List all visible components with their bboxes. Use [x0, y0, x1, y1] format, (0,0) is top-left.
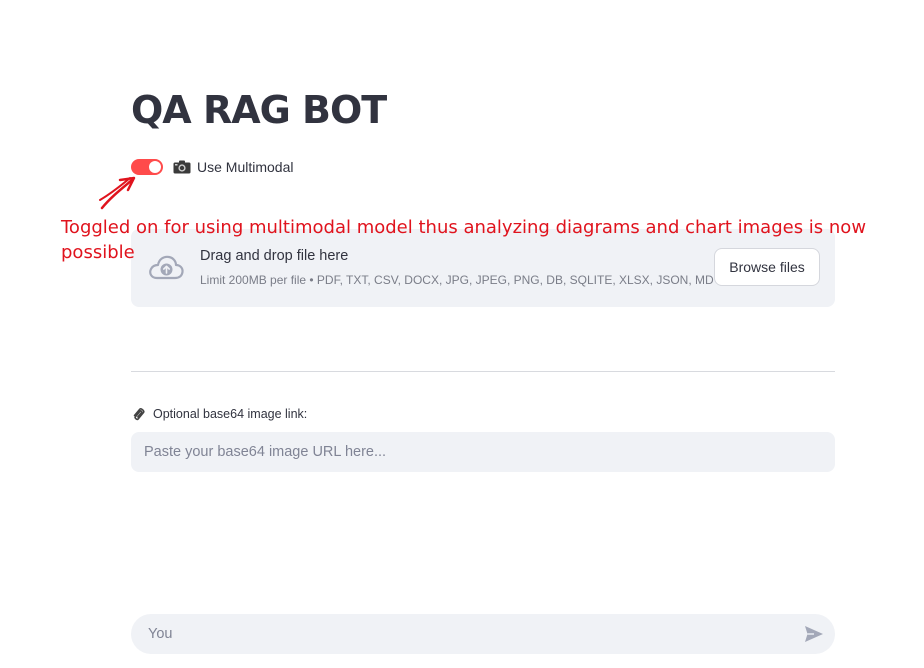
multimodal-toggle-row[interactable]: Use Multimodal: [131, 157, 293, 177]
base64-image-link-input[interactable]: [131, 432, 835, 472]
page-title: QA RAG BOT: [131, 88, 387, 132]
dropzone-limit-text: Limit 200MB per file • PDF, TXT, CSV, DO…: [200, 273, 714, 287]
image-link-label-row: Optional base64 image link:: [131, 406, 307, 422]
chat-input[interactable]: [131, 614, 791, 654]
annotation-arrow-icon: [99, 176, 136, 210]
chat-input-bar: [131, 614, 835, 654]
paperclip-icon: [133, 408, 145, 421]
send-icon: [805, 626, 823, 642]
camera-icon: [173, 160, 191, 174]
annotation-text: Toggled on for using multimodal model th…: [61, 217, 867, 263]
multimodal-toggle-label: Use Multimodal: [197, 159, 294, 175]
toggle-knob: [149, 161, 161, 173]
send-button[interactable]: [803, 624, 825, 644]
divider: [131, 371, 835, 372]
image-link-label: Optional base64 image link:: [153, 407, 308, 421]
